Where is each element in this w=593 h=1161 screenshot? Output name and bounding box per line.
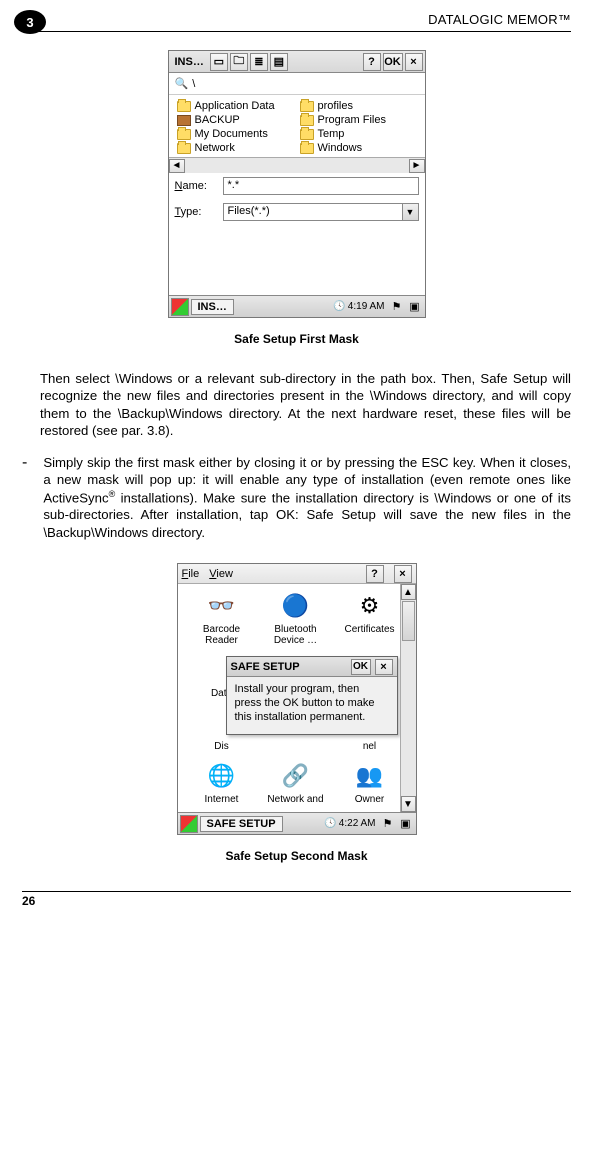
dialog-ok-button[interactable]: OK [351, 659, 371, 675]
briefcase-icon [177, 115, 191, 126]
file-item[interactable]: BACKUP [177, 113, 300, 127]
toolbar-icon[interactable]: 🗀 [230, 53, 248, 71]
close-button[interactable]: × [394, 565, 412, 583]
taskbar-button[interactable]: INS… [191, 299, 234, 315]
search-icon: 🔍 [175, 77, 189, 90]
cpl-icon-barcode[interactable]: 👓Barcode Reader [186, 590, 258, 646]
file-item[interactable]: Program Files [300, 113, 423, 127]
toolbar-icon[interactable]: ≣ [250, 53, 268, 71]
name-label: Name: [175, 180, 217, 192]
figure-caption-2: Safe Setup Second Mask [22, 849, 571, 863]
scroll-right-icon[interactable]: ► [409, 159, 425, 173]
folder-icon [177, 143, 191, 154]
dialog-close-button[interactable]: × [375, 659, 393, 675]
file-item[interactable]: Windows [300, 141, 423, 155]
folder-icon [300, 115, 314, 126]
menu-file[interactable]: File [182, 568, 200, 580]
dialog-title: SAFE SETUP [231, 661, 300, 673]
help-button[interactable]: ? [366, 565, 384, 583]
bluetooth-icon: 🔵 [280, 590, 312, 622]
folder-icon [177, 129, 191, 140]
globe-icon: 🌐 [206, 760, 238, 792]
bullet-dash: - [22, 454, 27, 542]
path-text: \ [192, 78, 195, 90]
header-divider [22, 31, 571, 32]
body-paragraph-1: Then select \Windows or a relevant sub-d… [22, 370, 571, 440]
horizontal-scrollbar[interactable]: ◄ ► [169, 157, 425, 173]
file-item[interactable]: Application Data [177, 99, 300, 113]
taskbar-button[interactable]: SAFE SETUP [200, 816, 283, 832]
folder-icon [177, 101, 191, 112]
tray-icon: ⚑ [389, 299, 405, 315]
cpl-icon-certificates[interactable]: ⚙Certificates [334, 590, 406, 646]
safe-setup-dialog: SAFE SETUP OK × Install your program, th… [226, 656, 398, 735]
type-field[interactable]: Files(*.*) [223, 203, 403, 221]
folder-icon [300, 143, 314, 154]
folder-icon [300, 101, 314, 112]
dropdown-icon[interactable]: ▼ [403, 203, 419, 221]
cpl-icon-network[interactable]: 🔗Network and [260, 760, 332, 805]
screenshot-second-mask: File View ? × 👓Barcode Reader 🔵Bluetooth… [177, 563, 417, 835]
toolbar-icon[interactable]: ▭ [210, 53, 228, 71]
tray-clock: 🕓4:22 AM [322, 818, 377, 829]
file-item[interactable]: My Documents [177, 127, 300, 141]
dialog-body: Install your program, then press the OK … [227, 677, 397, 734]
help-button[interactable]: ? [363, 53, 381, 71]
toolbar-icon[interactable]: ▤ [270, 53, 288, 71]
bullet-text-1: Simply skip the first mask either by clo… [43, 454, 571, 542]
file-item[interactable]: Temp [300, 127, 423, 141]
scrollbar-thumb[interactable] [402, 601, 415, 641]
glasses-icon: 👓 [206, 590, 238, 622]
ok-button[interactable]: OK [383, 53, 403, 71]
tray-icon: ▣ [398, 816, 414, 832]
folder-icon [300, 129, 314, 140]
vertical-scrollbar[interactable]: ▲ ▼ [400, 584, 416, 812]
cpl-icon-bluetooth[interactable]: 🔵Bluetooth Device … [260, 590, 332, 646]
file-item[interactable]: profiles [300, 99, 423, 113]
menu-view[interactable]: View [209, 568, 233, 580]
tray-icon: ⚑ [380, 816, 396, 832]
screenshot-first-mask: INS… ▭ 🗀 ≣ ▤ ? OK × 🔍 \ Application Data… [168, 50, 426, 318]
cpl-icon-internet[interactable]: 🌐Internet [186, 760, 258, 805]
figure-caption-1: Safe Setup First Mask [22, 332, 571, 346]
type-label: Type: [175, 206, 217, 218]
window-title: INS… [171, 56, 208, 68]
gear-icon: ⚙ [354, 590, 386, 622]
start-button[interactable] [180, 815, 198, 833]
name-field[interactable]: *.* [223, 177, 419, 195]
people-icon: 👥 [354, 760, 386, 792]
page-header-title: DATALOGIC MEMOR™ [428, 12, 571, 27]
scroll-up-icon[interactable]: ▲ [401, 584, 416, 600]
tray-clock: 🕓4:19 AM [331, 301, 386, 312]
file-item[interactable]: Network [177, 141, 300, 155]
cpl-icon-owner[interactable]: 👥Owner [334, 760, 406, 805]
tray-icon: ▣ [407, 299, 423, 315]
scroll-down-icon[interactable]: ▼ [401, 796, 416, 812]
chapter-badge: 3 [14, 10, 46, 34]
close-button[interactable]: × [405, 53, 423, 71]
scroll-left-icon[interactable]: ◄ [169, 159, 185, 173]
page-number: 26 [22, 891, 571, 908]
start-button[interactable] [171, 298, 189, 316]
network-icon: 🔗 [280, 760, 312, 792]
